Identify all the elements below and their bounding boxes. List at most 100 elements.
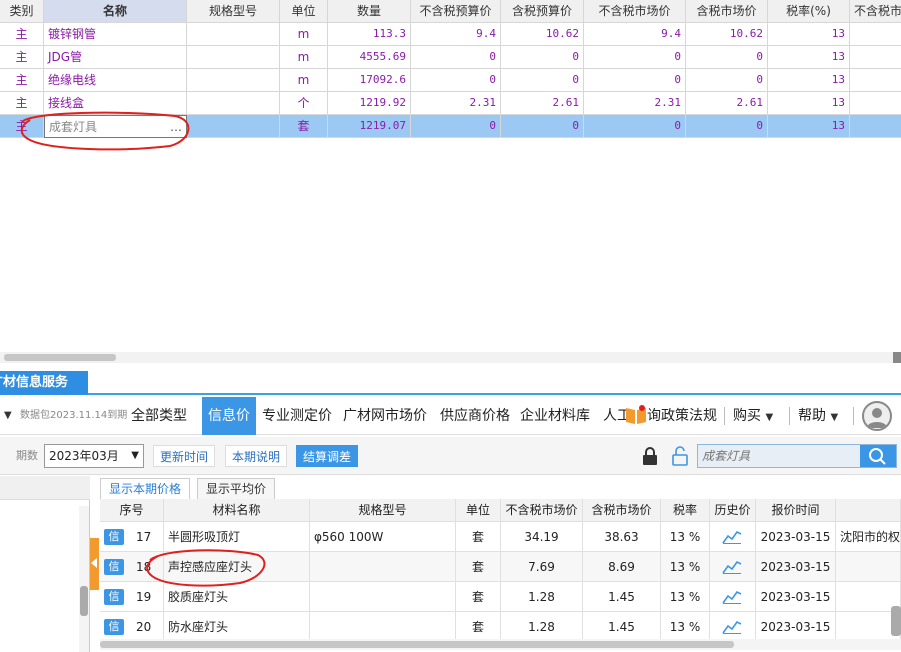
buy-menu[interactable]: 购买 ▼ <box>733 397 773 435</box>
price-column-header[interactable]: 报价时间 <box>756 499 836 522</box>
price-cell-hist[interactable] <box>710 552 756 582</box>
menu-item-2[interactable]: 专业测定价 <box>262 397 332 435</box>
price-cell-seq: 信 17 <box>100 522 164 552</box>
cell-p1-text: 9.4 <box>476 27 496 40</box>
price-cell-date-text: 2023-03-15 <box>760 530 831 544</box>
cell-p2-text: 0 <box>572 119 579 132</box>
column-header-unit[interactable]: 单位 <box>280 0 328 23</box>
search-input[interactable] <box>698 445 862 467</box>
cell-qty-text: 4555.69 <box>359 50 406 63</box>
cell-p5 <box>850 69 901 92</box>
cell-p2-text: 0 <box>572 73 579 86</box>
material-row[interactable]: 主 JDG管 m 4555.69 0 0 0 0 13 <box>0 46 901 69</box>
info-badge[interactable]: 信 <box>104 619 124 635</box>
material-row[interactable]: 主 接线盒 个 1219.92 2.31 2.61 2.31 2.61 13 <box>0 92 901 115</box>
filter-bar: 期数 2023年03月 ▼ 更新时间 本期说明 结算调差 <box>0 437 901 475</box>
menu-item-0[interactable]: 全部类型 <box>131 397 187 435</box>
scrollbar-thumb[interactable] <box>100 641 734 648</box>
info-badge[interactable]: 信 <box>104 529 124 545</box>
search-button[interactable] <box>860 445 896 467</box>
update-time-button[interactable]: 更新时间 <box>153 445 216 467</box>
cell-name[interactable]: 成套灯具… <box>44 115 187 138</box>
cell-qty: 113.3 <box>328 23 411 46</box>
panel-tab-strip: 广材信息服务 <box>0 371 901 395</box>
cell-cat-text: 主 <box>15 119 28 133</box>
cell-unit-text: m <box>297 73 310 87</box>
scrollbar-thumb[interactable] <box>4 354 116 361</box>
category-tree-pane <box>0 476 90 652</box>
material-row[interactable]: 主 镀锌钢管 m 113.3 9.4 10.62 9.4 10.62 13 <box>0 23 901 46</box>
collapse-pane-handle[interactable] <box>90 538 99 590</box>
cell-qty: 17092.6 <box>328 69 411 92</box>
price-column-header[interactable]: 序号 <box>100 499 164 522</box>
column-header-p2[interactable]: 含税预算价 <box>501 0 584 23</box>
price-column-header[interactable] <box>836 499 901 522</box>
unlock-icon[interactable] <box>670 446 690 466</box>
price-cell-date-text: 2023-03-15 <box>760 620 831 634</box>
cell-name[interactable]: JDG管 <box>44 46 187 69</box>
price-column-header[interactable]: 材料名称 <box>164 499 310 522</box>
price-cell-tax: 13 % <box>661 612 710 639</box>
column-header-cat[interactable]: 类别 <box>0 0 44 23</box>
category-tree-scrollbar[interactable] <box>79 506 89 652</box>
price-column-header[interactable]: 历史价 <box>710 499 756 522</box>
price-cell-p_in: 1.45 <box>583 582 661 612</box>
cell-p3: 0 <box>584 69 686 92</box>
cell-name[interactable]: 绝缘电线 <box>44 69 187 92</box>
price-cell-hist[interactable] <box>710 612 756 639</box>
period-select[interactable]: 2023年03月 ▼ <box>44 444 144 468</box>
price-tab-0[interactable]: 显示本期价格 <box>100 478 191 499</box>
avatar-icon[interactable] <box>862 401 892 431</box>
price-column-header[interactable]: 不含税市场价 <box>501 499 583 522</box>
menu-item-4[interactable]: 供应商价格 <box>440 397 510 435</box>
cell-p5 <box>850 115 901 138</box>
price-column-header[interactable]: 含税市场价 <box>583 499 661 522</box>
column-header-p5[interactable]: 不含税市 <box>850 0 901 23</box>
price-cell-p_ex: 7.69 <box>501 552 583 582</box>
column-header-p4[interactable]: 含税市场价 <box>686 0 768 23</box>
cell-name-text: JDG管 <box>48 50 83 64</box>
menu-item-1[interactable]: 信息价 <box>202 397 256 435</box>
info-badge[interactable]: 信 <box>104 589 124 605</box>
info-service-tab[interactable]: 广材信息服务 <box>0 371 88 395</box>
price-tab-1[interactable]: 显示平均价 <box>197 478 276 499</box>
period-description-button[interactable]: 本期说明 <box>225 445 288 467</box>
column-header-p1[interactable]: 不含税预算价 <box>411 0 501 23</box>
price-column-header[interactable]: 规格型号 <box>310 499 456 522</box>
menu-item-7[interactable]: 询政策法规 <box>647 397 717 435</box>
column-header-qty[interactable]: 数量 <box>328 0 411 23</box>
price-cell-p_in-text: 1.45 <box>608 620 635 634</box>
material-row[interactable]: 主 成套灯具 … 套 1219.07 0 0 0 0 13 <box>0 115 901 138</box>
settle-adjust-button[interactable]: 结算调差 <box>296 445 359 467</box>
cell-tax: 13 <box>768 115 850 138</box>
material-row[interactable]: 主 绝缘电线 m 17092.6 0 0 0 0 13 <box>0 69 901 92</box>
cell-name[interactable]: 镀锌钢管 <box>44 23 187 46</box>
price-column-header[interactable]: 税率 <box>661 499 710 522</box>
column-header-spec[interactable]: 规格型号 <box>187 0 280 23</box>
scrollbar-thumb[interactable] <box>80 586 88 616</box>
ellipsis-button[interactable]: … <box>170 116 182 137</box>
price-table-vertical-scroll-thumb[interactable] <box>891 606 901 636</box>
price-table-horizontal-scrollbar[interactable] <box>100 639 901 650</box>
menu-item-3[interactable]: 广材网市场价 <box>343 397 427 435</box>
column-header-name[interactable]: 名称 <box>44 0 187 23</box>
info-badge[interactable]: 信 <box>104 559 124 575</box>
column-header-tax[interactable]: 税率(%) <box>768 0 850 23</box>
price-cell-hist[interactable] <box>710 582 756 612</box>
column-header-p3[interactable]: 不含税市场价 <box>584 0 686 23</box>
caret-down-icon[interactable]: ▼ <box>4 397 12 435</box>
cell-p4: 2.61 <box>686 92 768 115</box>
cell-p3: 0 <box>584 115 686 138</box>
lock-icon[interactable] <box>640 446 660 466</box>
cell-tax-text: 13 <box>831 119 845 132</box>
info-service-tab-label: 广材信息服务 <box>0 375 69 390</box>
material-grid-horizontal-scrollbar[interactable] <box>0 352 901 363</box>
scrollbar-right-button[interactable] <box>893 352 901 363</box>
cell-p3-text: 0 <box>674 50 681 63</box>
help-menu[interactable]: 帮助 ▼ <box>798 397 838 435</box>
menu-item-5[interactable]: 企业材料库 <box>520 397 590 435</box>
cell-name[interactable]: 接线盒 <box>44 92 187 115</box>
price-cell-hist[interactable] <box>710 522 756 552</box>
price-column-header[interactable]: 单位 <box>456 499 501 522</box>
material-grid: 类别 名称 规格型号 单位 数量 不含税预算价 含税预算价 不含税市场价 含税市场价 税率(%) 不… <box>0 0 901 352</box>
